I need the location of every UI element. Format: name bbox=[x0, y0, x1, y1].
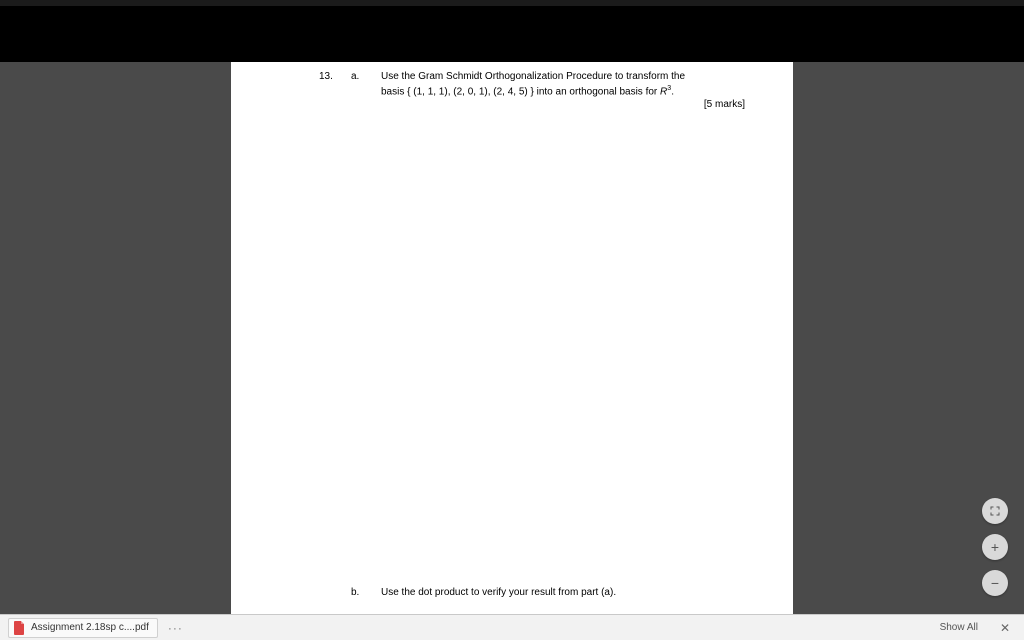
question-13a-marks: [5 marks] bbox=[381, 98, 753, 112]
question-part-label-a: a. bbox=[351, 70, 381, 112]
download-item[interactable]: Assignment 2.18sp c....pdf bbox=[8, 618, 158, 638]
download-filename: Assignment 2.18sp c....pdf bbox=[31, 622, 149, 633]
pdf-file-icon bbox=[13, 621, 25, 635]
show-all-downloads-button[interactable]: Show All bbox=[934, 620, 984, 635]
question-number: 13. bbox=[319, 70, 351, 112]
question-13a-line1: Use the Gram Schmidt Orthogonalization P… bbox=[381, 70, 753, 84]
top-toolbar-region bbox=[0, 0, 1024, 62]
plus-icon: + bbox=[991, 539, 999, 555]
zoom-in-button[interactable]: + bbox=[982, 534, 1008, 560]
viewer-float-controls: + − bbox=[982, 498, 1008, 596]
downloads-bar-right: Show All ✕ bbox=[934, 619, 1016, 637]
question-part-label-b: b. bbox=[351, 586, 381, 600]
downloads-bar-left: Assignment 2.18sp c....pdf ··· bbox=[8, 618, 187, 638]
downloads-bar: Assignment 2.18sp c....pdf ··· Show All … bbox=[0, 614, 1024, 640]
question-13a-text: Use the Gram Schmidt Orthogonalization P… bbox=[381, 70, 753, 112]
question-13b: b. Use the dot product to verify your re… bbox=[319, 586, 753, 600]
document-page: 13. a. Use the Gram Schmidt Orthogonaliz… bbox=[231, 62, 793, 614]
document-viewer: 13. a. Use the Gram Schmidt Orthogonaliz… bbox=[0, 62, 1024, 614]
fit-icon bbox=[989, 505, 1001, 517]
question-13b-text: Use the dot product to verify your resul… bbox=[381, 586, 753, 600]
close-downloads-bar-button[interactable]: ✕ bbox=[994, 619, 1016, 637]
minus-icon: − bbox=[991, 575, 999, 591]
zoom-out-button[interactable]: − bbox=[982, 570, 1008, 596]
fit-to-page-button[interactable] bbox=[982, 498, 1008, 524]
question-13a-line2: basis { (1, 1, 1), (2, 0, 1), (2, 4, 5) … bbox=[381, 84, 753, 99]
download-item-menu[interactable]: ··· bbox=[164, 621, 187, 635]
question-13a: 13. a. Use the Gram Schmidt Orthogonaliz… bbox=[319, 70, 753, 112]
